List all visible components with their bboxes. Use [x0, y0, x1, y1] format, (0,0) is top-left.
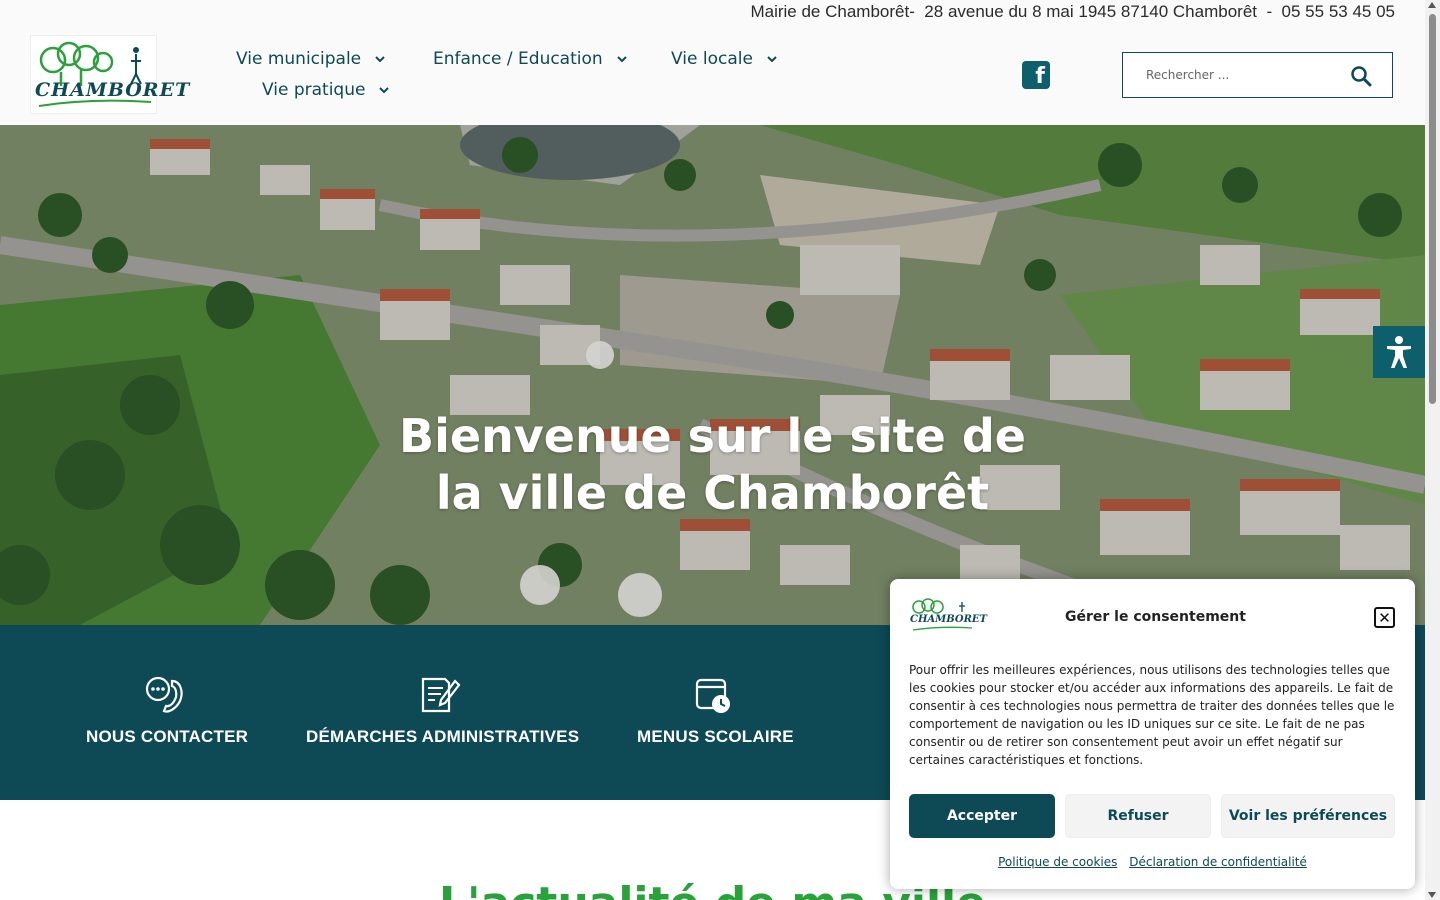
hero-banner: Bienvenue sur le site de la ville de Cha…	[0, 125, 1425, 625]
nav-vie-municipale[interactable]: Vie municipale	[236, 49, 385, 69]
quick-link-menus[interactable]: MENUS SCOLAIRE	[637, 675, 794, 747]
quick-link-label: DÉMARCHES ADMINISTRATIVES	[306, 727, 580, 746]
calendar-clock-icon	[695, 678, 730, 713]
consent-links: Politique de cookies Déclaration de conf…	[890, 855, 1415, 869]
close-icon[interactable]: ✕	[1374, 607, 1395, 628]
facebook-icon[interactable]: f	[1022, 61, 1050, 89]
nav-enfance-education[interactable]: Enfance / Education	[433, 49, 627, 69]
nav-vie-locale[interactable]: Vie locale	[671, 49, 777, 69]
cookie-consent-dialog: CHAMBORET Gérer le consentement ✕ Pour o…	[890, 579, 1415, 889]
phone-chat-icon	[145, 676, 183, 713]
consent-title: Gérer le consentement	[1065, 609, 1246, 625]
view-preferences-button[interactable]: Voir les préférences	[1221, 794, 1395, 838]
privacy-statement-link[interactable]: Déclaration de confidentialité	[1129, 855, 1307, 869]
scroll-up-icon[interactable]	[1428, 2, 1436, 8]
quick-link-demarches[interactable]: DÉMARCHES ADMINISTRATIVES	[306, 675, 580, 747]
search-box	[1122, 52, 1393, 98]
nav-label: Vie locale	[671, 49, 753, 69]
page-scrollbar[interactable]	[1425, 0, 1440, 900]
scrollbar-thumb[interactable]	[1429, 14, 1436, 404]
nav-label: Vie pratique	[262, 80, 366, 100]
quick-link-contact[interactable]: NOUS CONTACTER	[86, 675, 249, 747]
document-pen-icon	[421, 677, 461, 713]
search-input[interactable]	[1123, 53, 1343, 97]
refuse-button[interactable]: Refuser	[1065, 794, 1211, 838]
site-logo[interactable]: CHAMBORET	[30, 35, 191, 114]
chevron-down-icon	[375, 56, 385, 63]
chevron-down-icon	[616, 56, 627, 63]
hero-title: Bienvenue sur le site de la ville de Cha…	[399, 409, 1026, 520]
logo-graphic	[38, 41, 152, 107]
accept-button[interactable]: Accepter	[909, 794, 1055, 838]
accessibility-button[interactable]	[1373, 326, 1425, 378]
nav-label: Vie municipale	[236, 49, 362, 69]
site-header: Mairie de Chamborêt- 28 avenue du 8 mai …	[0, 0, 1425, 125]
chevron-down-icon	[379, 87, 390, 94]
mairie-address: Mairie de Chamborêt- 28 avenue du 8 mai …	[750, 2, 1395, 21]
accessibility-icon	[1387, 336, 1411, 368]
aerial-village-photo	[0, 125, 1425, 625]
nav-label: Enfance / Education	[433, 49, 603, 69]
quick-link-label: NOUS CONTACTER	[86, 727, 249, 746]
quick-link-label: MENUS SCOLAIRE	[637, 727, 794, 746]
logo-text: CHAMBORET	[35, 79, 191, 101]
consent-logo-text: CHAMBORET	[910, 614, 987, 625]
consent-text: Pour offrir les meilleures expériences, …	[909, 663, 1395, 767]
consent-logo: CHAMBORET	[910, 597, 987, 633]
cookie-policy-link[interactable]: Politique de cookies	[998, 855, 1117, 869]
scroll-down-icon[interactable]	[1428, 892, 1436, 898]
nav-vie-pratique[interactable]: Vie pratique	[262, 80, 390, 100]
chevron-down-icon	[767, 56, 777, 63]
search-icon[interactable]	[1350, 65, 1372, 87]
